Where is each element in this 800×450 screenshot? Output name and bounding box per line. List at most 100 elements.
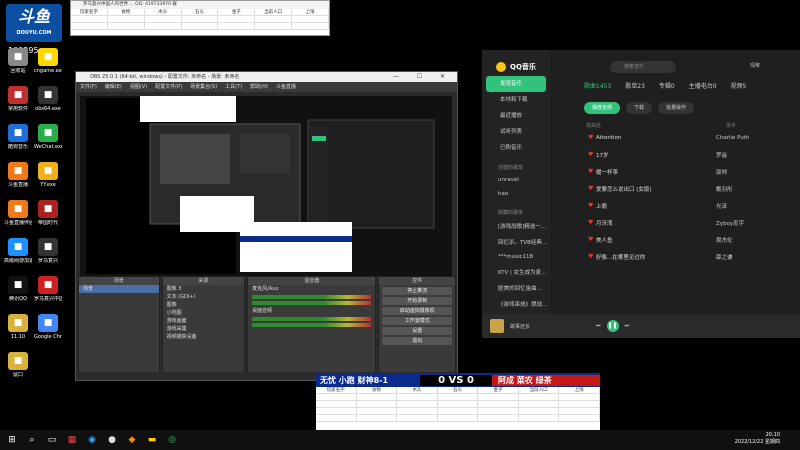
song-row[interactable]: ♥ 上瘾 光泽 (550, 197, 800, 214)
song-row[interactable]: ♥ Attention Charlie Puth (550, 129, 800, 146)
volume-slider[interactable] (252, 301, 372, 305)
control-button[interactable]: 退出 (382, 337, 452, 345)
desktop-icon[interactable]: ■ 鼠口 (4, 352, 32, 378)
search-icon[interactable]: ⌕ (24, 432, 40, 448)
song-row[interactable]: ♥ 暖一杯茶 邵帅 (550, 163, 800, 180)
app-icon[interactable]: ▦ (64, 432, 80, 448)
qq-nav-item[interactable]: 发现音乐 (486, 76, 546, 92)
desktop-icon[interactable]: ■ 酷狗音乐 (4, 124, 32, 150)
windows-start-icon[interactable]: ⊞ (4, 432, 20, 448)
obs-menu-item[interactable]: 斗鱼直播 (276, 82, 296, 92)
next-icon[interactable]: ⏭ (625, 323, 630, 329)
qq-tab[interactable]: 歌单23 (625, 80, 645, 94)
douyu-taskbar-icon[interactable]: ◆ (124, 432, 140, 448)
scene-item[interactable]: 场景 (79, 285, 159, 293)
desktop-icon[interactable]: ■ 腾讯QQ (4, 276, 32, 302)
desktop-icon[interactable]: ■ 回收站 (4, 48, 32, 74)
qq-nav-item[interactable]: 最近播放 (482, 108, 550, 124)
heart-icon[interactable]: ♥ (588, 236, 593, 243)
obs-menu-item[interactable]: 文件(F) (80, 82, 97, 92)
heart-icon[interactable]: ♥ (588, 202, 593, 209)
song-row[interactable]: ♥ 好像...在哪里见过你 薛之谦 (550, 248, 800, 265)
song-row[interactable]: ♥ 月牙湾 Zyboy忠宇 (550, 214, 800, 231)
control-button[interactable]: 停止推流 (382, 287, 452, 295)
source-item[interactable]: 游戏采集 (163, 325, 245, 333)
heart-icon[interactable]: ♥ (588, 134, 593, 141)
edge-icon[interactable]: ◉ (84, 432, 100, 448)
scene-list: 场景 (79, 285, 159, 293)
desktop-icon[interactable]: ■ YY.exe (34, 162, 62, 188)
desktop-icon[interactable]: ■ cngame.exe (34, 48, 62, 74)
search-input[interactable]: 搜索音乐 (610, 61, 676, 73)
volume-slider[interactable] (252, 323, 372, 327)
folder-icon[interactable]: ▬ (144, 432, 160, 448)
qq-action-button[interactable]: 播放全部 (584, 102, 621, 114)
obs-menu-item[interactable]: 配置文件(P) (155, 82, 182, 92)
qq-nav-item[interactable]: 已购音乐 (482, 140, 550, 156)
playlist-item[interactable]: [游戏战歌]精选一... (482, 218, 550, 234)
control-button[interactable]: 设置 (382, 327, 452, 335)
song-row[interactable]: ♥ 美人鱼 周杰伦 (550, 231, 800, 248)
heart-icon[interactable]: ♥ (588, 168, 593, 175)
top-spreadsheet[interactable]: 罗马复兴中国人的世界 ... QQ: 419733970 群 玩家名字 食物 木头石… (70, 0, 330, 36)
playlist-item[interactable]: 回忆杀。TVB经典... (482, 234, 550, 250)
heart-icon[interactable]: ♥ (588, 253, 593, 260)
control-button[interactable]: 工作室模式 (382, 317, 452, 325)
desktop-icon[interactable]: ■ 斗鱼直播伴侣 (4, 200, 32, 226)
qq-music-taskbar-icon[interactable]: ◎ (164, 432, 180, 448)
playlist-item[interactable]: 欧美的回忆金曲... (482, 280, 550, 296)
desktop-icon[interactable]: ■ Google Chrome (34, 314, 62, 340)
bottom-spreadsheet[interactable]: 玩家名字 食物 木头 石头 金子 当前人口 上限 (316, 387, 601, 430)
source-item[interactable]: 游戏画面 (163, 317, 245, 325)
playlist-item[interactable]: unravel (482, 173, 550, 187)
qq-tab[interactable]: 主播电台0 (689, 80, 717, 94)
obs-menu-item[interactable]: 工具(T) (225, 82, 242, 92)
desktop-icon[interactable]: ■ 罗马复兴中国人的世界 (34, 276, 62, 302)
control-button[interactable]: 启动虚拟摄像机 (382, 307, 452, 315)
source-item[interactable]: 视频捕获设备 (163, 333, 245, 341)
desktop-icon[interactable]: ■ 高级网游加速5.0 (4, 238, 32, 264)
playlist-item[interactable]: ***music118 (482, 250, 550, 264)
task-view-icon[interactable]: ▭ (44, 432, 60, 448)
heart-icon[interactable]: ♥ (588, 151, 593, 158)
heart-icon[interactable]: ♥ (588, 219, 593, 226)
heart-icon[interactable]: ♥ (588, 185, 593, 192)
playlist-item[interactable]: hao (482, 187, 550, 201)
obs-taskbar-icon[interactable]: ● (104, 432, 120, 448)
desktop-icon[interactable]: ■ 罗马复兴 (34, 238, 62, 264)
qq-nav-item[interactable]: 试听列表 (482, 124, 550, 140)
playlist-item[interactable]: 《游戏串烧》燃战... (482, 296, 550, 312)
control-button[interactable]: 开始录制 (382, 297, 452, 305)
qq-tab[interactable]: 歌曲1453 (584, 80, 611, 94)
playlist-item[interactable]: KTV | 女生成为麦... (482, 264, 550, 280)
source-item[interactable]: 图像 (163, 301, 245, 309)
obs-preview[interactable] (80, 96, 452, 276)
desktop-icon[interactable]: ■ 11.10 (4, 314, 32, 340)
user-name[interactable]: 玛咻 (750, 62, 760, 69)
obs-menu-item[interactable]: 帮助(H) (250, 82, 268, 92)
obs-menu-item[interactable]: 视图(V) (130, 82, 147, 92)
window-controls[interactable]: — ☐ ✕ (393, 72, 453, 82)
desktop-icon[interactable]: ■ 斗鱼直播 (4, 162, 32, 188)
qq-tab[interactable]: 专辑0 (659, 80, 675, 94)
desktop-icon[interactable]: ■ 常用软件 (4, 86, 32, 112)
obs-menu-item[interactable]: 编辑(E) (105, 82, 122, 92)
pause-icon[interactable]: ❚❚ (606, 320, 619, 332)
desktop-icon-label: 罗马复兴中国人的世界 (34, 296, 62, 302)
desktop-icon[interactable]: ■ obs64.exe (34, 86, 62, 112)
obs-menu-item[interactable]: 场景集合(S) (190, 82, 217, 92)
obs-window[interactable]: OBS 25.0.1 (64-bit, windows) - 配置文件: 未命名… (75, 71, 458, 381)
desktop-icon[interactable]: ■ WeChat.exe (34, 124, 62, 150)
qq-music-window[interactable]: QQ音乐 发现音乐 本地和下载 最近播放 试听列表 已购音乐 创建的歌单 unravel… (482, 50, 800, 338)
qq-nav-item[interactable]: 本地和下载 (482, 92, 550, 108)
prev-icon[interactable]: ⏮ (596, 323, 601, 329)
qq-action-button[interactable]: 批量操作 (658, 102, 695, 114)
source-item[interactable]: 图像 3 (163, 285, 245, 293)
song-row[interactable]: ♥ 17岁 罗遥 (550, 146, 800, 163)
qq-tab[interactable]: 视频5 (731, 80, 747, 94)
source-item[interactable]: 文本 (GDI+) (163, 293, 245, 301)
desktop-icon[interactable]: ■ 帝国时代 (34, 200, 62, 226)
source-item[interactable]: 小地图 (163, 309, 245, 317)
qq-action-button[interactable]: 下载 (626, 102, 653, 114)
song-row[interactable]: ♥ 爱要怎么说出口 (女版) 戴羽彤 (550, 180, 800, 197)
